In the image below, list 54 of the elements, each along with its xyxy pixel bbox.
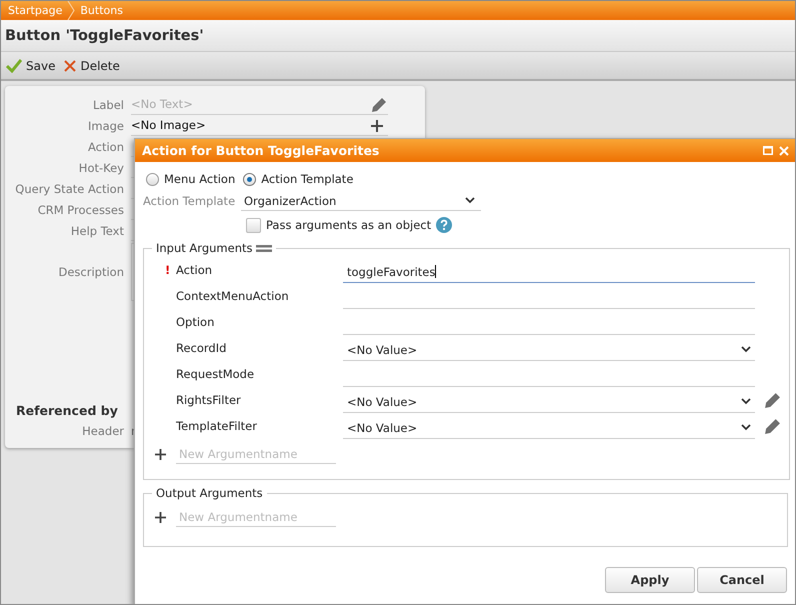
field-label: Image (86, 118, 125, 132)
field-label: Header (81, 424, 125, 438)
argument-name: ContextMenuAction (176, 289, 290, 303)
argument-name: Action (176, 263, 214, 277)
add-icon[interactable] (371, 120, 383, 132)
template-dropdown[interactable]: OrganizerAction (241, 191, 481, 211)
chevron-down-icon (465, 197, 475, 204)
argument-name: RequestMode (176, 367, 256, 381)
value-dropdown[interactable]: <No Value> (343, 418, 755, 438)
section-heading: Referenced by (16, 403, 119, 418)
pencil-icon[interactable] (371, 96, 387, 112)
delete-button[interactable]: Delete (61, 56, 126, 74)
fieldset-legend: Input Arguments (156, 241, 252, 255)
value-dropdown[interactable]: <No Value> (343, 340, 755, 360)
dialog-title: Action for Button ToggleFavorites (142, 143, 380, 158)
checkbox-label: Pass arguments as an object (266, 218, 432, 232)
input-field[interactable]: toggleFavorites (343, 262, 755, 282)
argument-name: RightsFilter (176, 393, 242, 407)
fieldset-legend: Output Arguments (156, 486, 263, 500)
save-button[interactable]: Save (3, 56, 62, 74)
required-mark: ! (165, 263, 170, 277)
field-label: Query State Action (14, 182, 125, 196)
field-label: Hot-Key (78, 160, 125, 174)
add-icon[interactable] (155, 448, 166, 460)
chevron-separator-icon (67, 1, 76, 20)
field-label: Label (92, 98, 125, 112)
close-icon[interactable] (779, 146, 789, 156)
field-label: Action (86, 140, 125, 154)
apply-button[interactable]: Apply (605, 567, 695, 593)
add-icon[interactable] (155, 512, 166, 522)
cancel-button[interactable]: Cancel (697, 567, 787, 593)
pencil-icon[interactable] (764, 392, 781, 408)
chevron-down-icon (741, 346, 751, 353)
radio-option[interactable]: Menu Action (146, 172, 236, 186)
page-title: Button 'ToggleFavorites' (5, 28, 204, 44)
field-label: Help Text (70, 224, 125, 238)
field-label: Description (58, 265, 125, 279)
input-field[interactable]: <No Image> (131, 116, 388, 136)
maximize-icon[interactable] (763, 146, 773, 155)
field-label: CRM Processes (36, 202, 125, 216)
field-label: Action Template (143, 194, 236, 208)
chevron-down-icon (741, 424, 751, 431)
value-dropdown[interactable]: <No Value> (343, 392, 755, 412)
argument-name: RecordId (176, 341, 228, 355)
cross-icon (64, 60, 76, 72)
help-icon[interactable] (436, 217, 452, 233)
pencil-icon[interactable] (764, 418, 781, 434)
checkbox[interactable] (246, 218, 261, 232)
checkmark-icon (6, 58, 22, 72)
argument-name: TemplateFilter (176, 419, 258, 433)
drag-handle-icon[interactable] (256, 244, 272, 252)
argument-name: Option (176, 315, 216, 329)
radio-option[interactable]: Action Template (243, 172, 354, 186)
chevron-down-icon (741, 398, 751, 405)
